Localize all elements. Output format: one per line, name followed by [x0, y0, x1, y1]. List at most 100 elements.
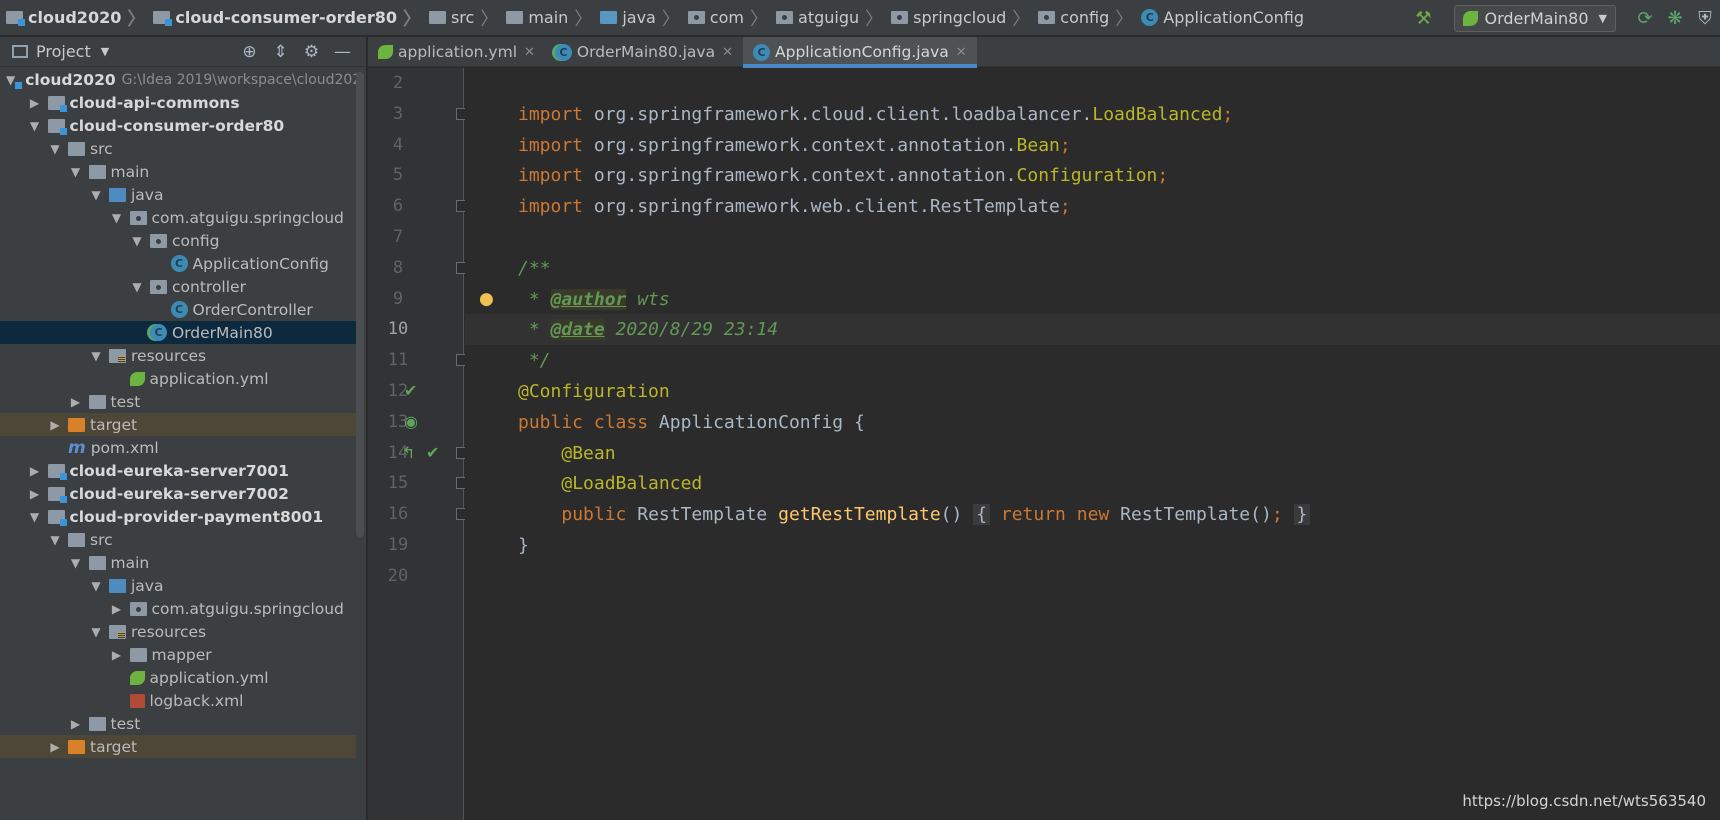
run-configuration-select[interactable]: OrderMain80 ▼ [1453, 4, 1616, 32]
tree-item[interactable]: ▼ src [0, 137, 356, 160]
chevron-right-icon[interactable]: ▶ [68, 395, 84, 409]
code-line[interactable]: import org.springframework.context.annot… [465, 160, 1720, 191]
project-scrollbar[interactable] [356, 72, 364, 537]
navigate-icon[interactable]: ↰ [402, 443, 415, 462]
chevron-down-icon[interactable]: ▼ [88, 188, 104, 202]
chevron-down-icon[interactable]: ▼ [129, 234, 145, 248]
code-line[interactable]: * @date 2020/8/29 23:14 [465, 314, 1720, 346]
tree-item[interactable]: C OrderController [0, 298, 356, 321]
project-panel-title[interactable]: Project [36, 42, 91, 61]
tree-item[interactable]: C OrderMain80 [0, 321, 356, 344]
breadcrumb-item[interactable]: java 〉 [596, 0, 684, 36]
bean-check-icon[interactable]: ✔ [404, 381, 417, 400]
rerun-icon[interactable]: ⟳ [1630, 8, 1660, 29]
tree-item[interactable]: ▶ cloud-eureka-server7002 [0, 482, 356, 505]
code-line[interactable]: public class ApplicationConfig { [465, 407, 1720, 438]
chevron-down-icon[interactable]: ▼ [47, 533, 63, 547]
tree-item[interactable]: ▶ cloud-eureka-server7001 [0, 459, 356, 482]
close-icon[interactable]: ✕ [722, 45, 733, 60]
spring-bean-icon[interactable]: ◉ [404, 412, 418, 431]
tree-item[interactable]: ▶ test [0, 712, 356, 735]
project-tree[interactable]: ▼ cloud2020 G:\Idea 2019\workspace\cloud20… [0, 68, 361, 758]
tree-item[interactable]: ▼ cloud2020 G:\Idea 2019\workspace\cloud20… [0, 68, 361, 91]
editor-tab[interactable]: C OrderMain80.java ✕ [545, 37, 743, 67]
chevron-down-icon[interactable]: ▼ [68, 556, 84, 570]
code-line[interactable]: import org.springframework.web.client.Re… [465, 191, 1720, 222]
code-line[interactable] [465, 561, 1720, 592]
tree-item[interactable]: application.yml [0, 367, 356, 390]
code-line[interactable]: */ [465, 345, 1720, 376]
breadcrumb-item[interactable]: com 〉 [684, 0, 772, 36]
chevron-right-icon[interactable]: ▶ [47, 740, 63, 754]
tree-item[interactable]: ▼ cloud-provider-payment8001 [0, 505, 356, 528]
tree-item[interactable]: ▼ main [0, 551, 356, 574]
tree-item[interactable]: ▼ resources [0, 620, 356, 643]
chevron-down-icon[interactable]: ▼ [88, 625, 104, 639]
build-hammer-icon[interactable]: ⚒ [1415, 8, 1431, 29]
close-icon[interactable]: ✕ [524, 45, 535, 60]
chevron-right-icon[interactable]: ▶ [27, 487, 43, 501]
tree-item[interactable]: ▼ resources [0, 344, 356, 367]
bean-check-icon[interactable]: ✔ [426, 443, 439, 462]
breadcrumb-item[interactable]: config 〉 [1034, 0, 1137, 36]
code-line[interactable]: @Configuration [465, 376, 1720, 407]
chevron-right-icon[interactable]: ▶ [47, 418, 63, 432]
chevron-down-icon[interactable]: ▼ [88, 579, 104, 593]
chevron-down-icon[interactable]: ▼ [27, 119, 43, 133]
chevron-right-icon[interactable]: ▶ [68, 717, 84, 731]
code-line[interactable]: @LoadBalanced [465, 468, 1720, 499]
tree-item[interactable]: ▼ config [0, 229, 356, 252]
locate-icon[interactable]: ⊕ [234, 42, 265, 62]
tree-item[interactable]: ▼ cloud-consumer-order80 [0, 114, 356, 137]
chevron-down-icon[interactable]: ▼ [47, 142, 63, 156]
chevron-down-icon[interactable]: ▼ [68, 165, 84, 179]
breadcrumb-item[interactable]: springcloud 〉 [887, 0, 1034, 36]
tree-item[interactable]: ▼ src [0, 528, 356, 551]
breadcrumb-item[interactable]: main 〉 [502, 0, 596, 36]
code-line[interactable] [465, 222, 1720, 253]
chevron-down-icon[interactable]: ▼ [101, 45, 109, 58]
settings-icon[interactable]: ⚙ [296, 42, 327, 62]
tree-item[interactable]: ▼ main [0, 160, 356, 183]
tree-item[interactable]: ▼ java [0, 574, 356, 597]
chevron-right-icon[interactable]: ▶ [109, 602, 125, 616]
tree-item[interactable]: m pom.xml [0, 436, 356, 459]
code-line[interactable]: import org.springframework.context.annot… [465, 130, 1720, 161]
code-line[interactable] [465, 68, 1720, 99]
code-line[interactable]: } [465, 530, 1720, 561]
tree-item[interactable]: C ApplicationConfig [0, 252, 356, 275]
tree-item[interactable]: ▼ java [0, 183, 356, 206]
breadcrumb-item[interactable]: src 〉 [425, 0, 502, 36]
tree-item[interactable]: ▶ com.atguigu.springcloud [0, 597, 356, 620]
coverage-icon[interactable]: ⛨ [1690, 8, 1720, 29]
chevron-down-icon[interactable]: ▼ [27, 510, 43, 524]
code-line[interactable]: import org.springframework.cloud.client.… [465, 99, 1720, 130]
collapse-icon[interactable]: ⇕ [265, 42, 296, 62]
chevron-down-icon[interactable]: ▼ [88, 349, 104, 363]
tree-item[interactable]: ▶ target [0, 413, 356, 436]
tree-item[interactable]: ▶ test [0, 390, 356, 413]
chevron-down-icon[interactable]: ▼ [6, 73, 15, 87]
editor-tab[interactable]: application.yml ✕ [368, 37, 545, 67]
code-editor[interactable]: import org.springframework.cloud.client.… [465, 68, 1720, 820]
chevron-down-icon[interactable]: ▼ [129, 280, 145, 294]
chevron-right-icon[interactable]: ▶ [27, 464, 43, 478]
code-line[interactable]: @Bean [465, 438, 1720, 469]
tree-item[interactable]: ▶ target [0, 735, 356, 758]
code-line[interactable]: * @author wts [465, 284, 1720, 315]
tree-item[interactable]: ▶ mapper [0, 643, 356, 666]
tree-item[interactable]: application.yml [0, 666, 356, 689]
code-line[interactable]: /** [465, 253, 1720, 284]
chevron-right-icon[interactable]: ▶ [109, 648, 125, 662]
tree-item[interactable]: ▼ controller [0, 275, 356, 298]
tree-item[interactable]: ▶ cloud-api-commons [0, 91, 356, 114]
breadcrumb-item[interactable]: C ApplicationConfig [1137, 0, 1308, 36]
close-icon[interactable]: ✕ [956, 45, 967, 60]
chevron-down-icon[interactable]: ▼ [109, 211, 125, 225]
breadcrumb-item[interactable]: cloud2020 〉 [2, 0, 149, 36]
breadcrumb-item[interactable]: atguigu 〉 [772, 0, 887, 36]
tree-item[interactable]: ▼ com.atguigu.springcloud [0, 206, 356, 229]
chevron-right-icon[interactable]: ▶ [27, 96, 43, 110]
code-line[interactable]: public RestTemplate getRestTemplate() { … [465, 499, 1720, 530]
debug-icon[interactable]: ❋ [1660, 8, 1690, 29]
